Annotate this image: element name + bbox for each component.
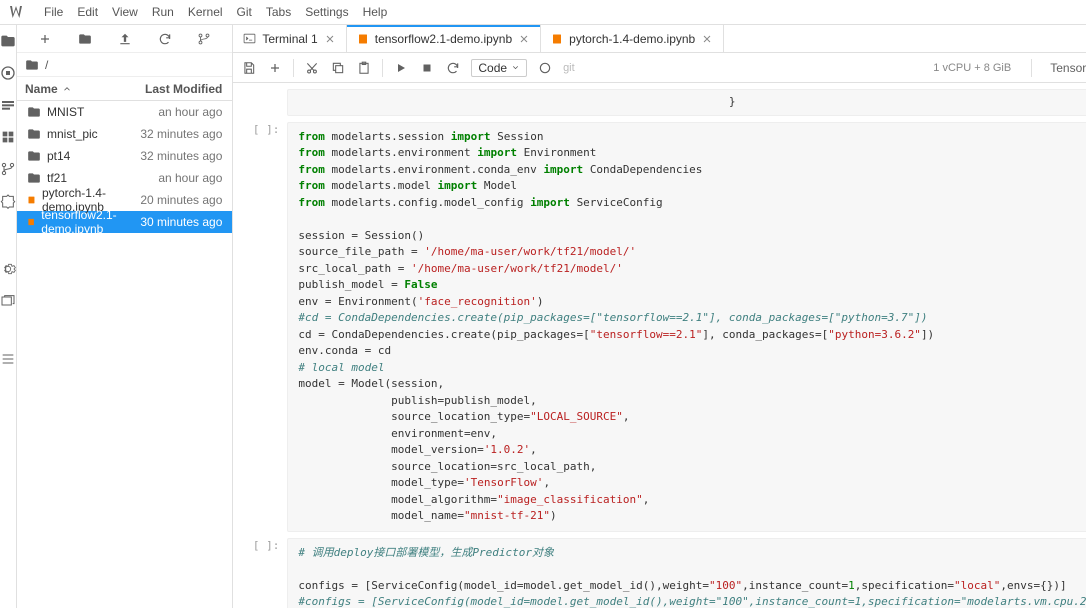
cell-prompt: [247, 89, 287, 116]
refresh-button[interactable]: [157, 31, 173, 47]
file-modified: 20 minutes ago: [122, 193, 232, 207]
new-folder-button[interactable]: [77, 31, 93, 47]
column-name[interactable]: Name: [17, 77, 122, 100]
folder-icon: [27, 105, 41, 119]
cell-source[interactable]: from modelarts.session import Session fr…: [287, 122, 1086, 532]
save-button[interactable]: [241, 60, 257, 76]
file-row[interactable]: MNISTan hour ago: [17, 101, 232, 123]
file-name: mnist_pic: [17, 127, 122, 141]
file-name: tf21: [17, 171, 122, 185]
file-list-header: Name Last Modified: [17, 77, 232, 101]
file-list: MNISTan hour agomnist_pic32 minutes agop…: [17, 101, 232, 608]
file-row[interactable]: pt1432 minutes ago: [17, 145, 232, 167]
notebook-icon: [27, 215, 35, 229]
tab-label: pytorch-1.4-demo.ipynb: [569, 32, 695, 46]
file-modified: 32 minutes ago: [122, 149, 232, 163]
notebook-body[interactable]: } [ ]: from modelarts.session import Ses…: [233, 83, 1086, 608]
commands-icon[interactable]: [0, 97, 16, 113]
git-status: git: [563, 62, 575, 74]
cell-prompt: [ ]:: [247, 538, 287, 608]
copy-cell-button[interactable]: [330, 60, 346, 76]
menu-view[interactable]: View: [112, 5, 138, 19]
tab[interactable]: Terminal 1: [233, 25, 346, 52]
terminal-icon: [243, 32, 256, 45]
checkpoint-button[interactable]: [537, 60, 553, 76]
file-modified: an hour ago: [122, 171, 232, 185]
file-row[interactable]: mnist_pic32 minutes ago: [17, 123, 232, 145]
file-modified: 32 minutes ago: [122, 127, 232, 141]
folder-icon: [27, 149, 41, 163]
file-name: pt14: [17, 149, 122, 163]
menu-edit[interactable]: Edit: [77, 5, 98, 19]
git-clone-button[interactable]: [196, 31, 212, 47]
column-modified[interactable]: Last Modified: [122, 77, 232, 100]
file-row[interactable]: tensorflow2.1-demo.ipynb30 minutes ago: [17, 211, 232, 233]
running-icon[interactable]: [0, 65, 16, 81]
interrupt-button[interactable]: [419, 60, 435, 76]
cut-cell-button[interactable]: [304, 60, 320, 76]
file-browser-toolbar: [17, 25, 232, 53]
extension-icon[interactable]: [0, 193, 16, 209]
tab-bar: Terminal 1 tensorflow2.1-demo.ipynb pytorc…: [233, 25, 1086, 53]
cell-prompt: [ ]:: [247, 122, 287, 532]
breadcrumb-path: /: [45, 58, 48, 72]
cell-type-select[interactable]: Code: [471, 59, 527, 77]
tab[interactable]: tensorflow2.1-demo.ipynb: [347, 25, 541, 52]
code-cell[interactable]: [ ]: # 调用deploy接口部署模型，生成Predictor对象 conf…: [247, 538, 1086, 608]
menu-settings[interactable]: Settings: [305, 5, 348, 19]
run-cell-button[interactable]: [393, 60, 409, 76]
code-cell[interactable]: [ ]: from modelarts.session import Sessi…: [247, 122, 1086, 532]
insert-cell-button[interactable]: [267, 60, 283, 76]
breadcrumb[interactable]: /: [17, 53, 232, 77]
git-branch-icon[interactable]: [0, 161, 16, 177]
list-icon[interactable]: [0, 351, 16, 367]
file-modified: 30 minutes ago: [122, 215, 232, 229]
new-launcher-button[interactable]: [37, 31, 53, 47]
restart-kernel-button[interactable]: [445, 60, 461, 76]
file-modified: an hour ago: [122, 105, 232, 119]
menu-bar: File Edit View Run Kernel Git Tabs Setti…: [0, 0, 1086, 25]
tab[interactable]: pytorch-1.4-demo.ipynb: [541, 25, 724, 52]
menu-run[interactable]: Run: [152, 5, 174, 19]
chevron-up-icon: [62, 84, 72, 94]
menu-tabs[interactable]: Tabs: [266, 5, 291, 19]
menu-kernel[interactable]: Kernel: [188, 5, 223, 19]
notebook-icon: [551, 33, 563, 45]
notebook-toolbar: Code git 1 vCPU + 8 GiB TensorFlow-1.13.…: [233, 53, 1086, 83]
tab-label: Terminal 1: [262, 32, 317, 46]
file-name: tensorflow2.1-demo.ipynb: [17, 208, 122, 236]
close-icon[interactable]: [518, 33, 530, 45]
resource-status: 1 vCPU + 8 GiB: [933, 62, 1011, 74]
menu-git[interactable]: Git: [237, 5, 252, 19]
chevron-down-icon: [511, 63, 520, 72]
close-icon[interactable]: [701, 33, 713, 45]
gear-icon[interactable]: [0, 261, 16, 277]
tab-label: tensorflow2.1-demo.ipynb: [375, 32, 512, 46]
cell-source[interactable]: }: [287, 89, 1086, 116]
kernel-name[interactable]: TensorFlow-1.13.1: [1050, 61, 1086, 75]
file-browser-sidebar: / Name Last Modified MNISTan hour agomni…: [17, 25, 233, 608]
notebook-icon: [357, 33, 369, 45]
app-logo-icon: [8, 4, 24, 20]
tabs-icon[interactable]: [0, 293, 16, 309]
folder-icon: [25, 58, 39, 72]
main-content: Terminal 1 tensorflow2.1-demo.ipynb pytorc…: [233, 25, 1086, 608]
upload-button[interactable]: [117, 31, 133, 47]
file-name: MNIST: [17, 105, 122, 119]
notebook-icon: [27, 193, 36, 207]
folder-icon[interactable]: [0, 33, 16, 49]
menu-help[interactable]: Help: [363, 5, 388, 19]
cell-source[interactable]: # 调用deploy接口部署模型，生成Predictor对象 configs =…: [287, 538, 1086, 608]
menu-file[interactable]: File: [44, 5, 63, 19]
properties-icon[interactable]: [0, 129, 16, 145]
folder-icon: [27, 127, 41, 141]
code-cell[interactable]: }: [247, 89, 1086, 116]
activity-bar: [0, 25, 17, 608]
folder-icon: [27, 171, 41, 185]
close-icon[interactable]: [324, 33, 336, 45]
paste-cell-button[interactable]: [356, 60, 372, 76]
